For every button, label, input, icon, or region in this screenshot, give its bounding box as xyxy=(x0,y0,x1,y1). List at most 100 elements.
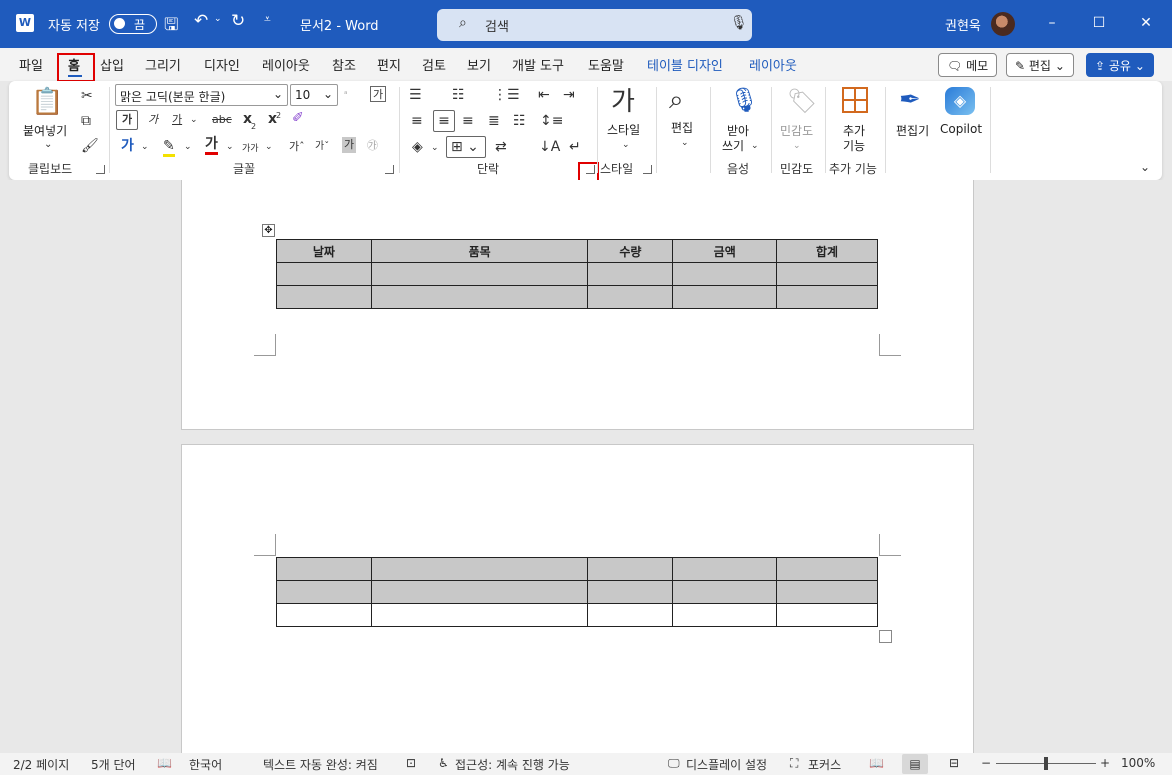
bold-button[interactable]: 가 xyxy=(116,110,138,130)
dictate-icon[interactable]: 🎙 xyxy=(729,85,759,115)
table-cell[interactable] xyxy=(776,603,878,627)
table-cell[interactable] xyxy=(276,285,372,309)
chevron-down-icon[interactable]: ⌄ xyxy=(751,138,759,154)
table-cell[interactable] xyxy=(776,557,878,581)
save-icon[interactable]: 🖫 xyxy=(164,12,178,41)
table-cell[interactable] xyxy=(276,262,372,286)
user-name[interactable]: 권현욱 xyxy=(945,15,981,34)
focus-mode[interactable]: 포커스 xyxy=(808,756,841,773)
share-button[interactable]: ⇪ 공유 ⌄ xyxy=(1086,53,1154,77)
table-cell[interactable] xyxy=(370,557,589,581)
underline-dropdown-icon[interactable]: ⌄ xyxy=(190,112,198,128)
cut-icon[interactable]: ✂ xyxy=(81,88,93,104)
font-launcher-icon[interactable] xyxy=(385,165,394,174)
zoom-out-icon[interactable]: − xyxy=(981,756,991,770)
copilot-icon[interactable]: ◈ xyxy=(945,87,975,115)
table-header-cell-total[interactable]: 합계 xyxy=(776,239,878,263)
table-row[interactable] xyxy=(276,285,878,309)
font-name-combo[interactable]: 맑은 고딕(본문 한글) ⌄ xyxy=(115,84,288,106)
copy-icon[interactable]: ⧉ xyxy=(81,113,91,129)
grow-font-icon[interactable]: 가ˆ xyxy=(289,139,305,155)
align-left-icon[interactable]: ≡ xyxy=(411,113,423,129)
borders-icon[interactable]: ⊞ ⌄ xyxy=(446,136,486,158)
numbering-icon[interactable]: ☷ xyxy=(452,87,465,103)
zoom-slider-thumb[interactable] xyxy=(1044,757,1048,770)
text-predictions[interactable]: 텍스트 자동 완성: 켜짐 xyxy=(263,756,378,773)
underline-button[interactable]: 가 xyxy=(172,112,182,128)
tab-developer[interactable]: 개발 도구 xyxy=(512,55,564,74)
undo-dropdown-icon[interactable]: ⌄ xyxy=(214,14,222,24)
table-cell[interactable] xyxy=(672,285,778,309)
distributed-icon[interactable]: ☷ xyxy=(513,113,526,129)
table-row[interactable] xyxy=(276,580,878,604)
redo-icon[interactable]: ↻ xyxy=(231,11,245,31)
align-right-icon[interactable]: ≡ xyxy=(462,113,474,129)
undo-icon[interactable]: ↶ xyxy=(194,11,208,31)
table-cell[interactable] xyxy=(776,285,878,309)
table-cell[interactable] xyxy=(672,603,778,627)
table-cell[interactable] xyxy=(587,262,674,286)
table-cell[interactable] xyxy=(587,603,674,627)
tab-help[interactable]: 도움말 xyxy=(588,55,624,74)
table-header-cell-qty[interactable]: 수량 xyxy=(587,239,674,263)
chevron-down-icon[interactable]: ⌄ xyxy=(141,139,149,155)
chevron-down-icon[interactable]: ⌄ xyxy=(622,137,630,153)
bullets-icon[interactable]: ☰ xyxy=(409,87,422,103)
table-cell[interactable] xyxy=(672,557,778,581)
table-top[interactable]: 날짜 품목 수량 금액 합계 xyxy=(276,239,878,309)
display-settings-icon[interactable]: 🖵 xyxy=(668,756,680,771)
display-settings[interactable]: 디스플레이 설정 xyxy=(686,756,767,773)
table-cell[interactable] xyxy=(776,262,878,286)
table-cell[interactable] xyxy=(276,557,372,581)
table-bottom[interactable] xyxy=(276,557,878,627)
table-row[interactable] xyxy=(276,603,878,627)
addins-icon[interactable] xyxy=(842,87,868,113)
multilevel-list-icon[interactable]: ⋮☰ xyxy=(493,87,520,103)
tab-insert[interactable]: 삽입 xyxy=(100,55,124,74)
asian-layout-icon[interactable]: ⇄ xyxy=(495,139,507,155)
focus-icon[interactable]: ⛶ xyxy=(790,756,798,771)
line-spacing-icon[interactable]: ↕≡ xyxy=(540,113,563,129)
table-cell[interactable] xyxy=(276,603,372,627)
clipboard-launcher-icon[interactable] xyxy=(96,165,105,174)
read-mode-icon[interactable]: 📖 xyxy=(869,756,884,770)
chevron-down-icon[interactable]: ⌄ xyxy=(226,139,234,155)
find-icon[interactable]: ⌕ xyxy=(669,85,684,115)
table-cell[interactable] xyxy=(370,285,589,309)
sensitivity-icon[interactable]: 🏷 xyxy=(787,87,817,115)
shrink-font-icon[interactable]: 가ˇ xyxy=(315,139,329,155)
search-box[interactable]: ⌕ 검색 🎙 xyxy=(437,9,752,41)
table-cell[interactable] xyxy=(587,580,674,604)
tab-draw[interactable]: 그리기 xyxy=(145,55,181,74)
shading-icon[interactable]: ◈ xyxy=(412,139,423,155)
web-layout-icon[interactable]: ⊟ xyxy=(949,756,959,770)
dictate-label-2[interactable]: 쓰기 xyxy=(722,137,744,154)
chevron-down-icon[interactable]: ⌄ xyxy=(431,140,439,156)
editor-label[interactable]: 편집기 xyxy=(896,122,929,139)
align-center-icon[interactable]: ≡ xyxy=(433,110,455,132)
tab-view[interactable]: 보기 xyxy=(467,55,491,74)
word-count[interactable]: 5개 단어 xyxy=(91,756,136,773)
print-layout-icon[interactable]: ▤ xyxy=(902,754,928,774)
increase-indent-icon[interactable]: ⇥ xyxy=(563,87,575,103)
highlight-color-icon[interactable]: ✎ xyxy=(163,138,175,157)
strikethrough-icon[interactable]: abc xyxy=(212,112,232,128)
tab-file[interactable]: 파일 xyxy=(19,55,43,74)
text-effects-icon[interactable]: 가 xyxy=(121,138,134,154)
microphone-icon[interactable]: 🎙 xyxy=(730,15,748,31)
customize-qat-icon[interactable]: ⩡ xyxy=(264,12,271,27)
editing-label[interactable]: 편집 xyxy=(671,119,693,136)
maximize-icon[interactable]: ☐ xyxy=(1088,12,1110,34)
zoom-level[interactable]: 100% xyxy=(1121,756,1155,770)
show-marks-icon[interactable]: ↵ xyxy=(569,139,581,155)
accessibility-icon[interactable]: ♿ xyxy=(438,756,449,770)
editing-mode-button[interactable]: ✎ 편집 ⌄ xyxy=(1006,53,1074,77)
tab-review[interactable]: 검토 xyxy=(422,55,446,74)
minimize-icon[interactable]: – xyxy=(1041,12,1063,34)
table-row[interactable] xyxy=(276,262,878,286)
chevron-down-icon[interactable]: ⌄ xyxy=(681,135,689,151)
styles-label[interactable]: 스타일 xyxy=(607,121,640,138)
table-cell[interactable] xyxy=(276,580,372,604)
language[interactable]: 한국어 xyxy=(189,756,222,773)
tab-references[interactable]: 참조 xyxy=(332,55,356,74)
